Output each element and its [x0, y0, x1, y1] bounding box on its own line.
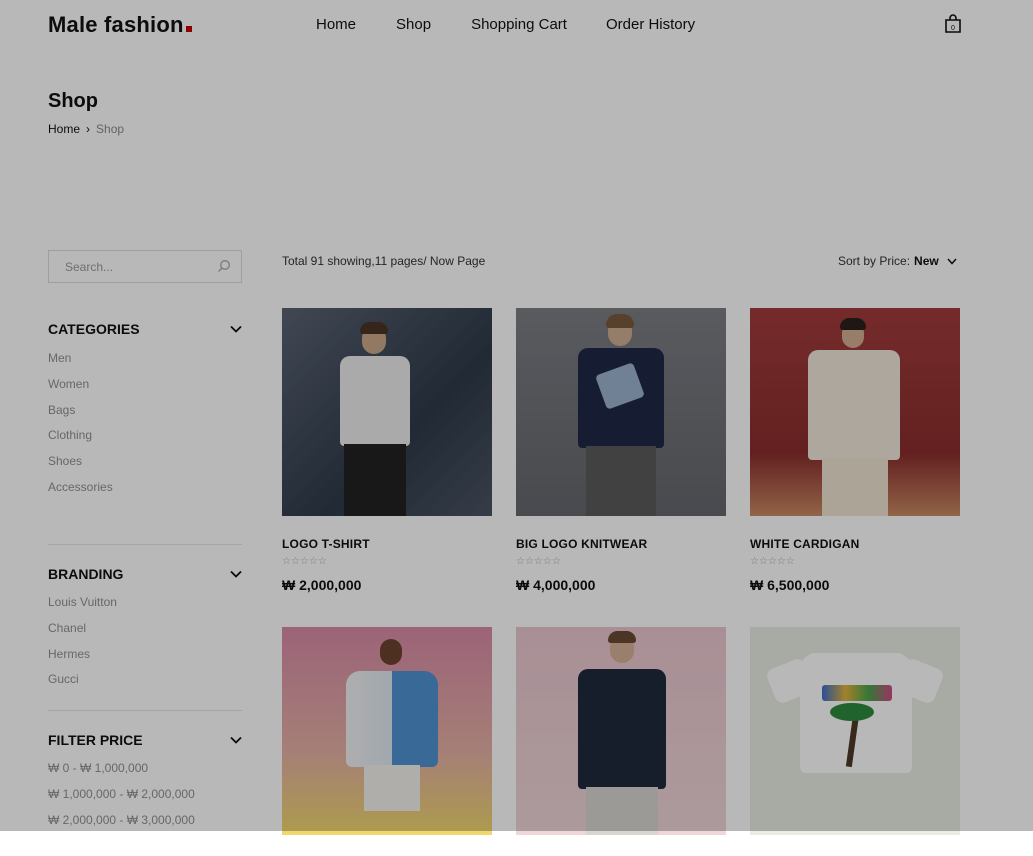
product-name[interactable]: BIG LOGO KNITWEAR — [516, 537, 726, 551]
categories-header[interactable]: CATEGORIES — [48, 320, 242, 338]
product-name[interactable]: LOGO T-SHIRT — [282, 537, 492, 551]
page: Male fashion Home Shop Shopping Cart Ord… — [0, 0, 1033, 835]
brand-item[interactable]: Louis Vuitton — [48, 590, 242, 616]
chevron-down-icon — [230, 736, 242, 744]
shopping-bag-icon[interactable]: 0 — [944, 14, 962, 34]
category-item[interactable]: Accessories — [48, 475, 242, 501]
search-input[interactable] — [49, 251, 215, 282]
branding-section: BRANDING Louis Vuitton Chanel Hermes Guc… — [48, 565, 242, 693]
svg-text:0: 0 — [951, 25, 955, 32]
category-item[interactable]: Men — [48, 346, 242, 372]
category-item[interactable]: Clothing — [48, 423, 242, 449]
price-filter-item[interactable]: ₩ 1,000,000 - ₩ 2,000,000 — [48, 782, 242, 808]
category-item[interactable]: Women — [48, 372, 242, 398]
sort-select[interactable]: Sort by Price: New — [838, 254, 957, 268]
star-icon: ☆☆☆☆☆ — [750, 556, 795, 567]
filter-price-title: FILTER PRICE — [48, 732, 143, 748]
filter-price-section: FILTER PRICE ₩ 0 - ₩ 1,000,000 ₩ 1,000,0… — [48, 731, 242, 833]
product-image[interactable] — [516, 627, 726, 835]
category-item[interactable]: Shoes — [48, 449, 242, 475]
product-price: ₩ 4,000,000 — [516, 577, 596, 593]
product-name[interactable]: WHITE CARDIGAN — [750, 537, 960, 551]
chevron-right-icon: › — [86, 122, 91, 136]
price-filter-list: ₩ 0 - ₩ 1,000,000 ₩ 1,000,000 - ₩ 2,000,… — [48, 756, 242, 833]
brand-item[interactable]: Chanel — [48, 616, 242, 642]
sort-value: New — [914, 254, 939, 268]
product-price: ₩ 2,000,000 — [282, 577, 362, 593]
star-icon: ☆☆☆☆☆ — [516, 556, 561, 567]
breadcrumb-home[interactable]: Home — [48, 122, 80, 136]
product-price: ₩ 6,500,000 — [750, 577, 830, 593]
branding-header[interactable]: BRANDING — [48, 565, 242, 583]
sidebar-divider — [48, 544, 242, 545]
search-icon[interactable] — [217, 259, 231, 273]
page-title: Shop — [48, 90, 98, 112]
nav-shopping-cart[interactable]: Shopping Cart — [471, 16, 567, 33]
logo-dot — [185, 26, 192, 32]
chevron-down-icon — [230, 570, 242, 578]
price-filter-item[interactable]: ₩ 2,000,000 - ₩ 3,000,000 — [48, 808, 242, 834]
sidebar-divider — [48, 710, 242, 711]
nav-shop[interactable]: Shop — [396, 16, 431, 33]
product-image[interactable] — [516, 308, 726, 516]
categories-title: CATEGORIES — [48, 321, 140, 337]
product-image[interactable] — [282, 627, 492, 835]
nav-order-history[interactable]: Order History — [606, 16, 695, 33]
product-card[interactable] — [516, 627, 726, 856]
price-filter-item[interactable]: ₩ 0 - ₩ 1,000,000 — [48, 756, 242, 782]
nav-home[interactable]: Home — [316, 16, 356, 33]
branding-list: Louis Vuitton Chanel Hermes Gucci — [48, 590, 242, 693]
star-icon: ☆☆☆☆☆ — [282, 556, 327, 567]
rating-stars: ☆☆☆☆☆ — [282, 557, 492, 567]
brand-item[interactable]: Hermes — [48, 642, 242, 668]
categories-list: Men Women Bags Clothing Shoes Accessorie… — [48, 346, 242, 501]
logo[interactable]: Male fashion — [48, 12, 192, 38]
logo-text: Male fashion — [48, 12, 184, 37]
product-card[interactable] — [750, 627, 960, 856]
filter-price-header[interactable]: FILTER PRICE — [48, 731, 242, 749]
rating-stars: ☆☆☆☆☆ — [750, 557, 960, 567]
category-item[interactable]: Bags — [48, 398, 242, 424]
branding-title: BRANDING — [48, 566, 124, 582]
product-card[interactable]: BIG LOGO KNITWEAR ☆☆☆☆☆ ₩ 4,000,000 — [516, 308, 726, 593]
product-image[interactable] — [750, 308, 960, 516]
chevron-down-icon — [947, 258, 957, 265]
breadcrumb: Home › Shop — [48, 122, 124, 136]
rating-stars: ☆☆☆☆☆ — [516, 557, 726, 567]
product-card[interactable] — [282, 627, 492, 856]
categories-section: CATEGORIES Men Women Bags Clothing Shoes… — [48, 320, 242, 501]
breadcrumb-current: Shop — [96, 122, 125, 136]
results-summary: Total 91 showing,11 pages/ Now Page — [282, 254, 486, 268]
main-nav: Home Shop Shopping Cart Order History — [316, 16, 695, 33]
product-image[interactable] — [750, 627, 960, 835]
product-card[interactable]: WHITE CARDIGAN ☆☆☆☆☆ ₩ 6,500,000 — [750, 308, 960, 593]
chevron-down-icon — [230, 325, 242, 333]
product-image[interactable] — [282, 308, 492, 516]
sort-label: Sort by Price: — [838, 254, 911, 268]
search-box — [48, 250, 242, 283]
brand-item[interactable]: Gucci — [48, 667, 242, 693]
product-card[interactable]: LOGO T-SHIRT ☆☆☆☆☆ ₩ 2,000,000 — [282, 308, 492, 593]
